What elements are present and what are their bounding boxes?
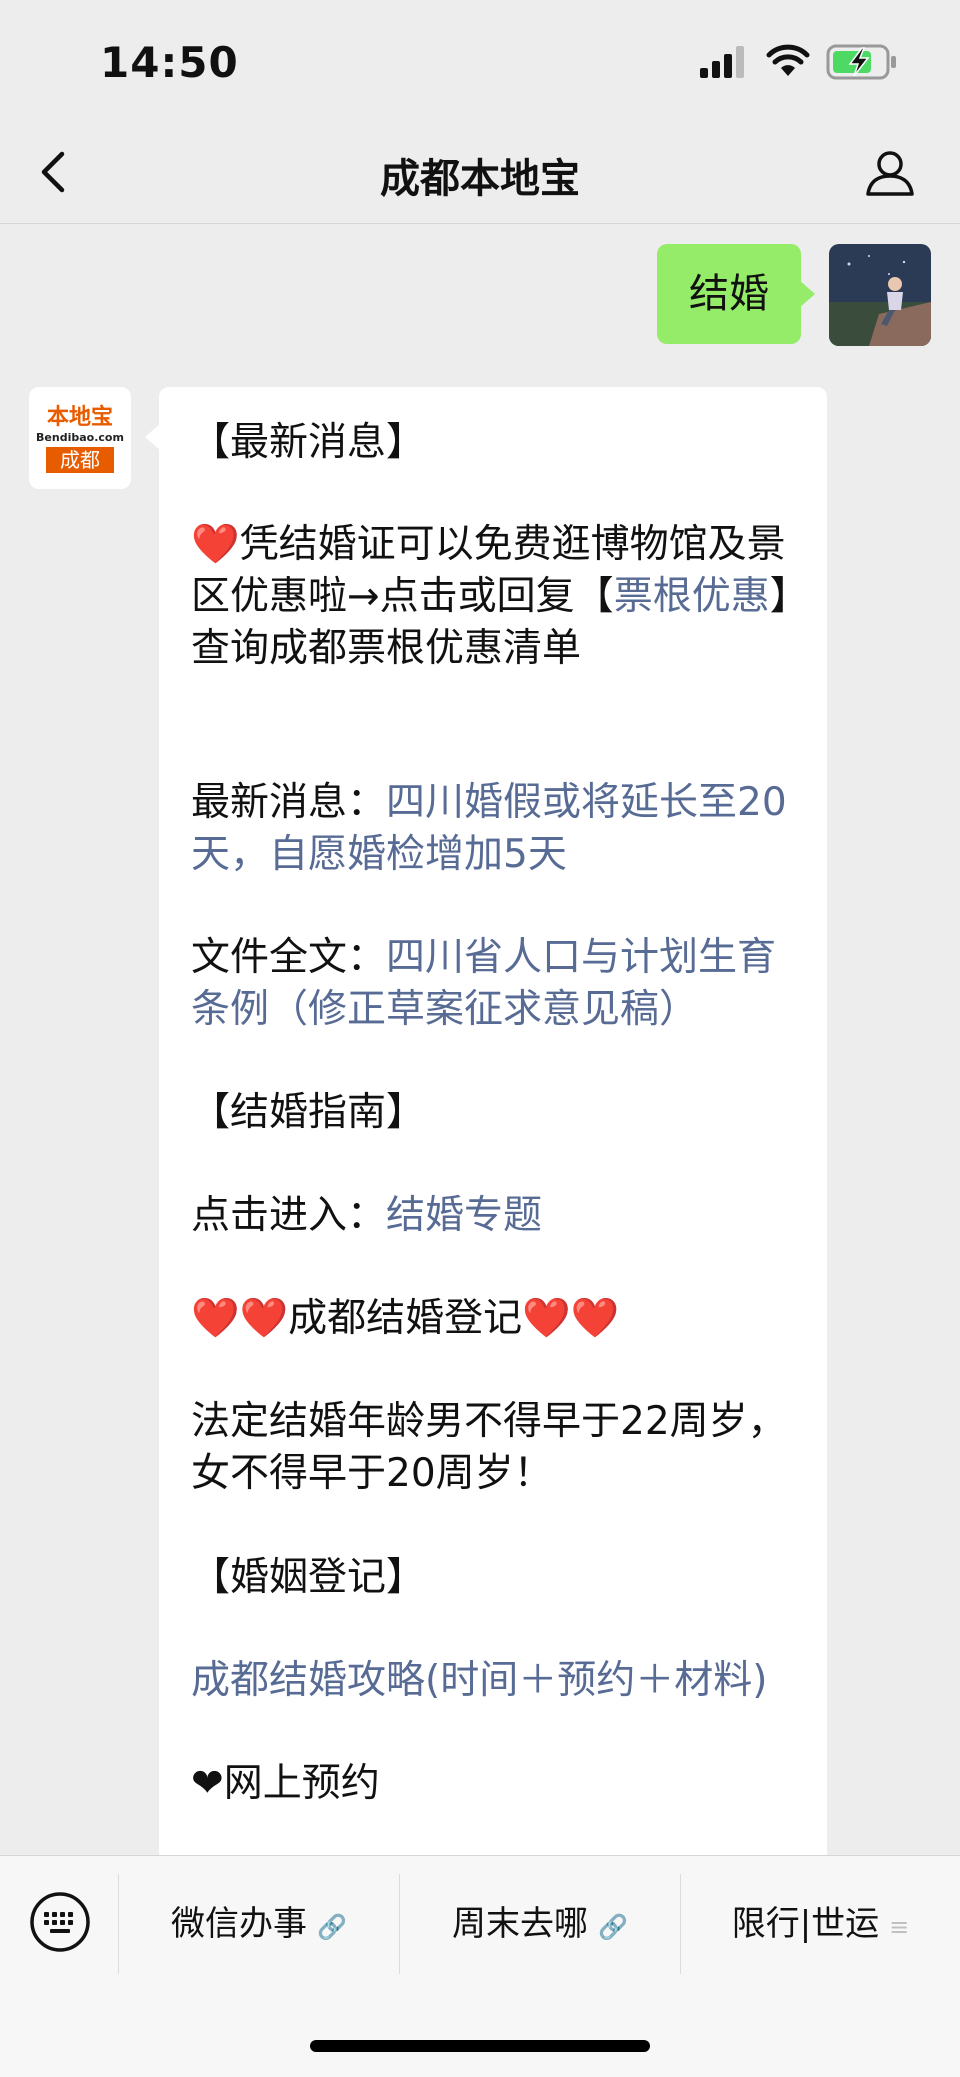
profile-icon[interactable] xyxy=(860,142,920,202)
status-time: 14:50 xyxy=(100,38,239,87)
heart-icon: ❤️❤️ xyxy=(522,1296,620,1341)
menu-item-traffic-games[interactable]: 限行|世运 ≡ xyxy=(681,1874,960,1974)
signal-icon xyxy=(700,46,744,78)
wifi-icon xyxy=(766,44,810,76)
menu-item-weekend[interactable]: 周末去哪 🔗 xyxy=(400,1874,680,1974)
logo-domain: Bendibao.com xyxy=(36,431,124,444)
heart-icon: ❤️ xyxy=(191,522,240,567)
topic-entry-text: 点击进入：结婚专题 xyxy=(191,1193,543,1238)
status-bar: 14:50 xyxy=(0,0,960,120)
heart-icon: ❤️❤️ xyxy=(191,1296,289,1341)
section-heading-latest: 【最新消息】 xyxy=(191,420,426,465)
marriage-guide-link: 成都结婚攻略(时间＋预约＋材料) xyxy=(191,1655,811,1707)
ticket-offer-text: ❤️凭结婚证可以免费逛博物馆及景区优惠啦→点击或回复【票根优惠】查询成都票根优惠… xyxy=(191,522,809,671)
link-icon: 🔗 xyxy=(317,1913,347,1941)
marriage-topic-link[interactable]: 结婚专题 xyxy=(386,1193,542,1238)
section-heading-registration: 【婚姻登记】 xyxy=(191,1555,426,1600)
online-booking-text: ❤网上预约 xyxy=(191,1761,380,1806)
document-text: 文件全文：四川省人口与计划生育条例（修正草案征求意见稿） xyxy=(191,935,777,1032)
list-icon: ≡ xyxy=(889,1913,910,1941)
user-avatar[interactable] xyxy=(829,244,931,346)
logo-city: 成都 xyxy=(46,447,114,473)
ticket-offer-link[interactable]: 票根优惠 xyxy=(614,574,770,619)
battery-charging-icon xyxy=(826,44,896,80)
nav-bar: 成都本地宝 xyxy=(0,120,960,224)
home-indicator[interactable] xyxy=(310,2040,650,2052)
registration-title: ❤️❤️成都结婚登记❤️❤️ xyxy=(191,1296,620,1341)
menu-item-wechat-services[interactable]: 微信办事 🔗 xyxy=(119,1874,399,1974)
logo-text: 本地宝 xyxy=(46,405,113,430)
keyboard-icon[interactable] xyxy=(28,1890,92,1954)
section-heading-guide: 【结婚指南】 xyxy=(191,1090,426,1135)
bot-message-bubble: 【最新消息】 ❤️凭结婚证可以免费逛博物馆及景区优惠啦→点击或回复【票根优惠】查… xyxy=(145,387,827,1887)
marriage-strategy-link[interactable]: 成都结婚攻略(时间＋预约＋材料) xyxy=(191,1658,767,1703)
bot-avatar[interactable]: 本地宝 Bendibao.com 成都 xyxy=(29,387,131,489)
latest-news-text: 最新消息：四川婚假或将延长至20天，自愿婚检增加5天 xyxy=(191,780,787,877)
legal-age-text: 法定结婚年龄男不得早于22周岁，女不得早于20周岁！ xyxy=(191,1399,787,1496)
heart-icon: ❤ xyxy=(191,1761,224,1806)
user-message-bubble[interactable]: 结婚 xyxy=(657,244,815,344)
link-icon: 🔗 xyxy=(598,1913,628,1941)
page-title: 成都本地宝 xyxy=(380,156,580,202)
